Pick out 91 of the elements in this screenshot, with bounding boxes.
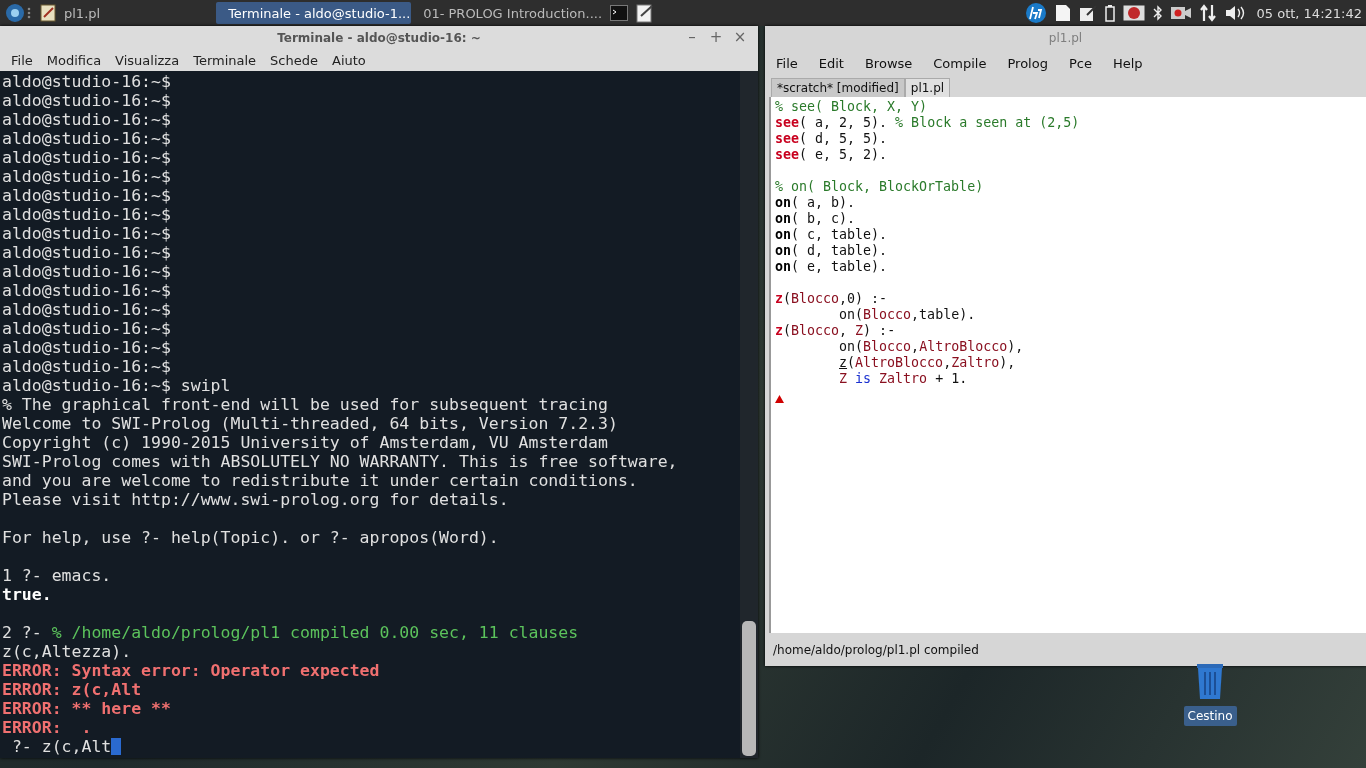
camera-icon[interactable] (1170, 6, 1191, 20)
minimize-button[interactable]: – (682, 28, 702, 46)
terminal-line: aldo@studio-16:~$ (2, 110, 172, 129)
terminal-line: 1 ?- emacs. (2, 566, 113, 585)
terminal-line: aldo@studio-16:~$ (2, 224, 172, 243)
taskbar-item[interactable]: Terminale - aldo@studio-1... (216, 2, 412, 24)
terminal-line: aldo@studio-16:~$ (2, 243, 172, 262)
app-menu-icon[interactable] (4, 2, 26, 24)
terminal-line: aldo@studio-16:~$ (2, 281, 172, 300)
handle-icon (26, 6, 32, 20)
code-line: % on( Block, BlockOrTable) (775, 179, 985, 195)
code-line: see( a, 2, 5). % Block a seen at (2,5) (775, 115, 1081, 131)
trash-can-icon[interactable] (1195, 664, 1225, 700)
record-icon[interactable] (1122, 5, 1145, 21)
terminal-icon[interactable] (610, 5, 629, 21)
battery-icon[interactable] (1104, 4, 1115, 22)
menu-item[interactable]: Visualizza (108, 52, 187, 68)
terminal-line: true. (2, 585, 53, 604)
terminal-line: z(c,Altezza). (2, 642, 133, 661)
code-line: on( a, b). (775, 195, 857, 211)
menu-item[interactable]: Modifica (39, 52, 109, 68)
terminal-line: aldo@studio-16:~$ (2, 319, 172, 338)
terminal-line: ERROR: z(c,Alt (2, 680, 143, 699)
menu-item[interactable]: Compile (926, 55, 1001, 71)
code-line: on(Blocco,AltroBlocco), (838, 339, 1025, 355)
code-line: see( e, 5, 2). (775, 147, 889, 163)
terminal-line: aldo@studio-16:~$ (2, 205, 172, 224)
file-icon[interactable] (1054, 4, 1071, 22)
bluetooth-icon[interactable] (1152, 5, 1163, 21)
code-line: see( d, 5, 5). (775, 131, 889, 147)
terminal-line: ERROR: ** here ** (2, 699, 172, 718)
terminal-line: ?- z(c,Alt (2, 737, 740, 756)
terminal-line: and you are welcome to redistribute it under certain conditions. (2, 471, 639, 490)
code-line: Z is Zaltro + 1. (838, 371, 969, 387)
window-title: Terminale - aldo@studio-16: ~ (277, 30, 481, 45)
code-line: on(Blocco,table). (838, 307, 977, 323)
terminal-line: aldo@studio-16:~$ (2, 129, 172, 148)
maximize-button[interactable]: + (706, 28, 726, 46)
menu-item[interactable]: Edit (811, 55, 858, 71)
terminal-line: aldo@studio-16:~$ (2, 148, 172, 167)
tab[interactable]: pl1.pl (904, 78, 951, 97)
menu-item[interactable]: Prolog (1000, 55, 1062, 71)
code-line: z(Blocco,0) :- (775, 291, 889, 307)
warning-triangle-icon (775, 395, 784, 403)
menu-item[interactable]: Help (1105, 55, 1157, 71)
terminal-line: ERROR: Syntax error: Operator expected (2, 661, 381, 680)
terminal-line: % The graphical front-end will be used for subsequent tracing (2, 395, 609, 414)
menu-item[interactable]: Browse (857, 55, 927, 71)
hp-logo-icon[interactable] (1024, 2, 1047, 24)
terminal-line: For help, use ?- help(Topic). or ?- apropos(Word). (2, 528, 500, 547)
terminal-line: SWI-Prolog comes with ABSOLUTELY NO WARRANTY. This is free software, (2, 452, 679, 471)
terminal-line: aldo@studio-16:~$ (2, 167, 172, 186)
window-title: pl1.pl (1048, 31, 1083, 45)
close-button[interactable]: × (730, 28, 750, 46)
tab[interactable]: *scratch* [modified] (771, 78, 905, 97)
notepad-icon (38, 3, 58, 23)
status-text: /home/aldo/prolog/pl1.pl compiled (773, 642, 979, 657)
terminal-line: aldo@studio-16:~$ (2, 262, 172, 281)
clock[interactable]: 05 ott, 14:21:42 (1256, 5, 1362, 21)
scrollbar[interactable] (740, 71, 758, 758)
code-line: on( c, table). (775, 227, 889, 243)
code-line: on( b, c). (775, 211, 857, 227)
terminal-line: Copyright (c) 1990-2015 University of Amsterdam, VU Amsterdam (2, 433, 609, 452)
network-arrows-icon[interactable] (1198, 4, 1217, 22)
terminal-line: aldo@studio-16:~$ (2, 91, 172, 110)
terminal-line: Welcome to SWI-Prolog (Multi-threaded, 64 bits, Version 7.2.3) (2, 414, 619, 433)
terminal-line: aldo@studio-16:~$ swipl (2, 376, 232, 395)
code-line: z(Blocco, Z) :- (775, 323, 897, 339)
menu-item[interactable]: File (4, 52, 40, 68)
terminal-line: ERROR: . (2, 718, 93, 737)
code-line: z(AltroBlocco,Zaltro), (838, 355, 1017, 371)
menu-item[interactable]: Schede (263, 52, 325, 68)
terminal-line: Please visit http://www.swi-prolog.org for details. (2, 490, 510, 509)
code-line: % see( Block, X, Y) (775, 99, 929, 115)
menu-item[interactable]: File (769, 55, 812, 71)
menu-item[interactable]: Pce (1061, 55, 1106, 71)
menu-item[interactable]: Aiuto (325, 52, 373, 68)
terminal-line: aldo@studio-16:~$ (2, 338, 172, 357)
menu-item[interactable]: Terminale (186, 52, 264, 68)
taskbar-item[interactable]: pl1.pl (32, 2, 107, 24)
code-line: on( e, table). (775, 259, 889, 275)
volume-icon[interactable] (1224, 5, 1245, 21)
code-line: on( d, table). (775, 243, 889, 259)
notepad-icon[interactable] (636, 3, 655, 23)
terminal-line: aldo@studio-16:~$ (2, 72, 172, 91)
terminal-line: aldo@studio-16:~$ (2, 186, 172, 205)
desktop-icon-label[interactable]: Cestino (1183, 706, 1237, 726)
terminal-line: aldo@studio-16:~$ (2, 300, 172, 319)
terminal-line: 2 ?- % /home/aldo/prolog/pl1 compiled 0.00 sec, 11 clauses (2, 623, 580, 642)
terminal-line: aldo@studio-16:~$ (2, 357, 172, 376)
taskbar-item[interactable]: 01- PROLOG Introduction.... (411, 2, 607, 24)
